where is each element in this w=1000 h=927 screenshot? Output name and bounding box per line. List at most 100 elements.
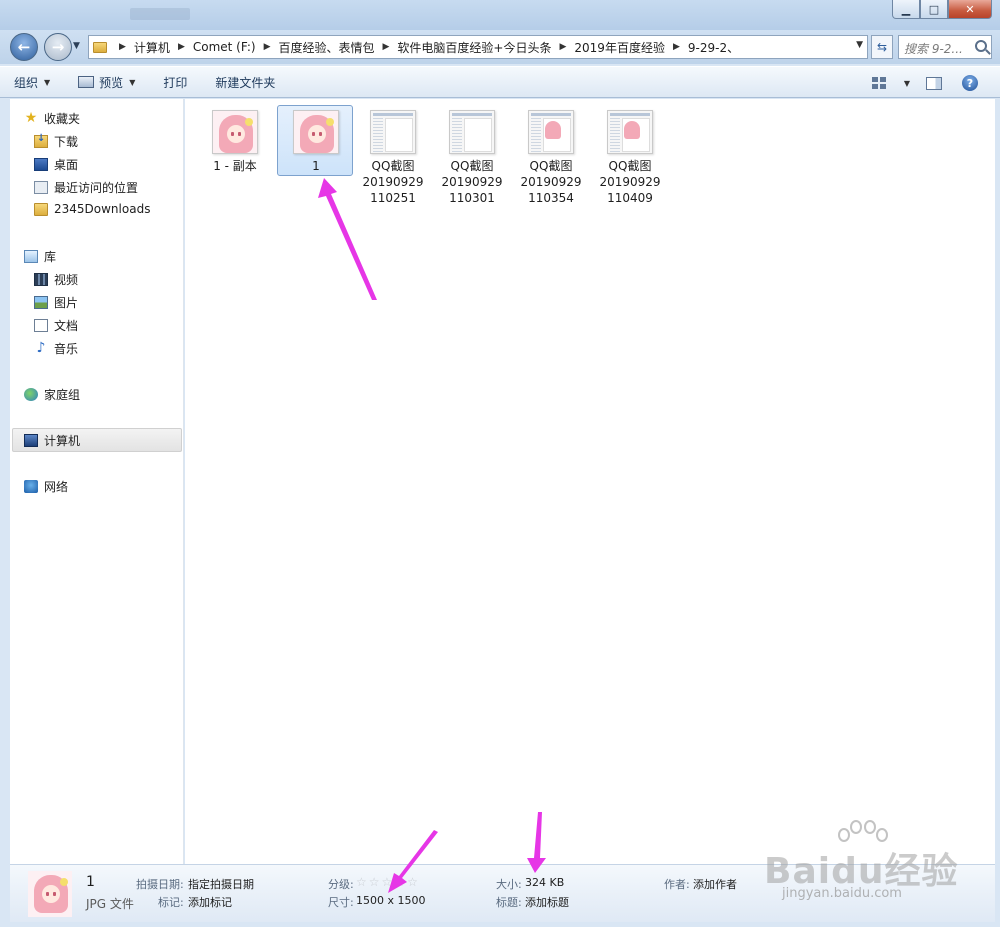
nav-music-label: 音乐 bbox=[54, 342, 79, 356]
star-icon[interactable]: ☆ bbox=[369, 875, 380, 889]
preview-pane-icon[interactable] bbox=[926, 76, 942, 90]
breadcrumb-separator[interactable]: ▶ bbox=[178, 42, 185, 52]
organize-button[interactable]: 组织 ▼ bbox=[14, 74, 50, 91]
refresh-button[interactable]: ⇆ bbox=[871, 35, 893, 59]
breadcrumb-separator[interactable]: ▶ bbox=[383, 42, 390, 52]
nav-documents-label: 文档 bbox=[54, 319, 79, 333]
pictures-icon bbox=[34, 296, 48, 309]
nav-videos-label: 视频 bbox=[54, 273, 79, 287]
nav-downloads[interactable]: 下载 bbox=[34, 133, 78, 150]
breadcrumb-separator[interactable]: ▶ bbox=[119, 42, 126, 52]
preview-label: 预览 bbox=[99, 75, 124, 90]
search-placeholder: 搜索 9-2... bbox=[904, 42, 963, 56]
nav-favorites-label: 收藏夹 bbox=[44, 112, 81, 126]
details-file-type: JPG 文件 bbox=[86, 897, 134, 911]
forward-button[interactable]: → bbox=[44, 33, 72, 61]
title-value[interactable]: 添加标题 bbox=[525, 894, 569, 910]
change-view-icon[interactable] bbox=[871, 77, 886, 89]
nav-pictures[interactable]: 图片 bbox=[34, 294, 78, 311]
close-button[interactable]: ✕ bbox=[948, 0, 992, 19]
library-icon bbox=[24, 250, 38, 263]
rating-stars[interactable]: ☆ ☆ ☆ ☆ ☆ bbox=[356, 875, 418, 889]
address-bar[interactable]: ▶ 计算机 ▶ Comet (F:) ▶ 百度经验、表情包 ▶ 软件电脑百度经验… bbox=[88, 35, 868, 59]
address-dropdown-icon[interactable]: ▼ bbox=[856, 40, 863, 50]
title-bar-faded-title bbox=[130, 8, 190, 20]
star-icon[interactable]: ☆ bbox=[382, 875, 393, 889]
screenshot-thumbnail bbox=[607, 110, 653, 154]
screenshot-thumbnail bbox=[370, 110, 416, 154]
file-item-selected[interactable]: 1 bbox=[277, 105, 354, 176]
breadcrumb-current[interactable]: 9-29-2、 bbox=[688, 39, 739, 56]
file-name-line-1: QQ截图 bbox=[450, 159, 494, 173]
rating-label: 分级: bbox=[328, 878, 354, 891]
back-button[interactable]: ← bbox=[10, 33, 38, 61]
nav-2345downloads[interactable]: 2345Downloads bbox=[34, 202, 150, 216]
date-taken-value[interactable]: 指定拍摄日期 bbox=[188, 876, 254, 892]
details-thumbnail bbox=[28, 871, 72, 917]
nav-desktop[interactable]: 桌面 bbox=[34, 156, 78, 173]
view-options-dropdown-icon[interactable]: ▼ bbox=[904, 79, 910, 88]
help-icon[interactable]: ? bbox=[962, 75, 978, 91]
dimensions-value: 1500 x 1500 bbox=[356, 894, 426, 907]
downloads-folder-icon bbox=[34, 133, 48, 148]
chevron-down-icon: ▼ bbox=[129, 77, 136, 87]
breadcrumb-folder-1[interactable]: 百度经验、表情包 bbox=[278, 39, 374, 56]
homegroup-icon bbox=[24, 388, 38, 401]
nav-libraries[interactable]: 库 bbox=[24, 248, 56, 265]
size-value: 324 KB bbox=[525, 876, 565, 889]
breadcrumb-computer[interactable]: 计算机 bbox=[134, 39, 170, 56]
nav-computer[interactable]: 计算机 bbox=[24, 432, 80, 449]
breadcrumb-separator[interactable]: ▶ bbox=[559, 42, 566, 52]
size-label: 大小: bbox=[496, 878, 522, 891]
document-icon bbox=[34, 319, 48, 332]
file-name: 1 - 副本 bbox=[213, 159, 257, 173]
dimensions-label: 尺寸: bbox=[328, 896, 354, 909]
network-icon bbox=[24, 480, 38, 493]
file-item[interactable]: QQ截图 20190929 110301 bbox=[434, 106, 510, 206]
star-icon[interactable]: ☆ bbox=[356, 875, 367, 889]
nav-computer-label: 计算机 bbox=[44, 434, 81, 448]
file-item[interactable]: 1 - 副本 bbox=[197, 106, 273, 174]
star-icon[interactable]: ☆ bbox=[394, 875, 405, 889]
nav-documents[interactable]: 文档 bbox=[34, 317, 78, 334]
author-value[interactable]: 添加作者 bbox=[693, 876, 737, 892]
preview-icon bbox=[78, 76, 95, 88]
minimize-button[interactable]: ▁ bbox=[892, 0, 920, 19]
author-label: 作者: bbox=[664, 878, 690, 891]
file-item[interactable]: QQ截图 20190929 110409 bbox=[592, 106, 668, 206]
tags-label: 标记: bbox=[158, 896, 184, 909]
breadcrumb-folder-3[interactable]: 2019年百度经验 bbox=[574, 39, 665, 56]
new-folder-button[interactable]: 新建文件夹 bbox=[215, 74, 275, 91]
file-name-line-3: 110354 bbox=[528, 191, 574, 205]
music-note-icon: ♪ bbox=[36, 340, 46, 356]
address-row: ← → ▼ ▶ 计算机 ▶ Comet (F:) ▶ 百度经验、表情包 ▶ 软件… bbox=[0, 30, 1000, 64]
maximize-button[interactable]: □ bbox=[920, 0, 948, 19]
breadcrumb-drive[interactable]: Comet (F:) bbox=[193, 40, 256, 54]
print-button[interactable]: 打印 bbox=[163, 74, 187, 91]
chevron-down-icon: ▼ bbox=[44, 77, 51, 87]
nav-homegroup[interactable]: 家庭组 bbox=[24, 386, 80, 403]
nav-network[interactable]: 网络 bbox=[24, 478, 68, 495]
file-list: 1 - 副本 1 QQ截图 20190929 110251 QQ截图 20190… bbox=[185, 99, 995, 864]
breadcrumb-separator[interactable]: ▶ bbox=[673, 42, 680, 52]
nav-videos[interactable]: 视频 bbox=[34, 271, 78, 288]
file-item[interactable]: QQ截图 20190929 110354 bbox=[513, 106, 589, 206]
search-icon[interactable] bbox=[975, 40, 987, 52]
search-input[interactable]: 搜索 9-2... bbox=[898, 35, 992, 59]
nav-music[interactable]: ♪ 音乐 bbox=[34, 340, 78, 357]
screenshot-thumbnail bbox=[528, 110, 574, 154]
preview-button[interactable]: 预览 ▼ bbox=[78, 74, 135, 91]
file-item[interactable]: QQ截图 20190929 110251 bbox=[355, 106, 431, 206]
new-folder-label: 新建文件夹 bbox=[215, 75, 276, 90]
nav-recent-places[interactable]: 最近访问的位置 bbox=[34, 179, 138, 196]
image-thumbnail bbox=[293, 110, 339, 154]
tags-value[interactable]: 添加标记 bbox=[188, 894, 232, 910]
star-icon[interactable]: ☆ bbox=[407, 875, 418, 889]
recent-pages-dropdown[interactable]: ▼ bbox=[73, 41, 80, 51]
nav-libraries-label: 库 bbox=[44, 250, 57, 264]
nav-2345downloads-label: 2345Downloads bbox=[54, 202, 151, 216]
nav-favorites[interactable]: ★ 收藏夹 bbox=[24, 110, 80, 127]
breadcrumb-folder-2[interactable]: 软件电脑百度经验+今日头条 bbox=[397, 39, 551, 56]
breadcrumb-separator[interactable]: ▶ bbox=[264, 42, 271, 52]
file-name-line-1: QQ截图 bbox=[529, 159, 573, 173]
